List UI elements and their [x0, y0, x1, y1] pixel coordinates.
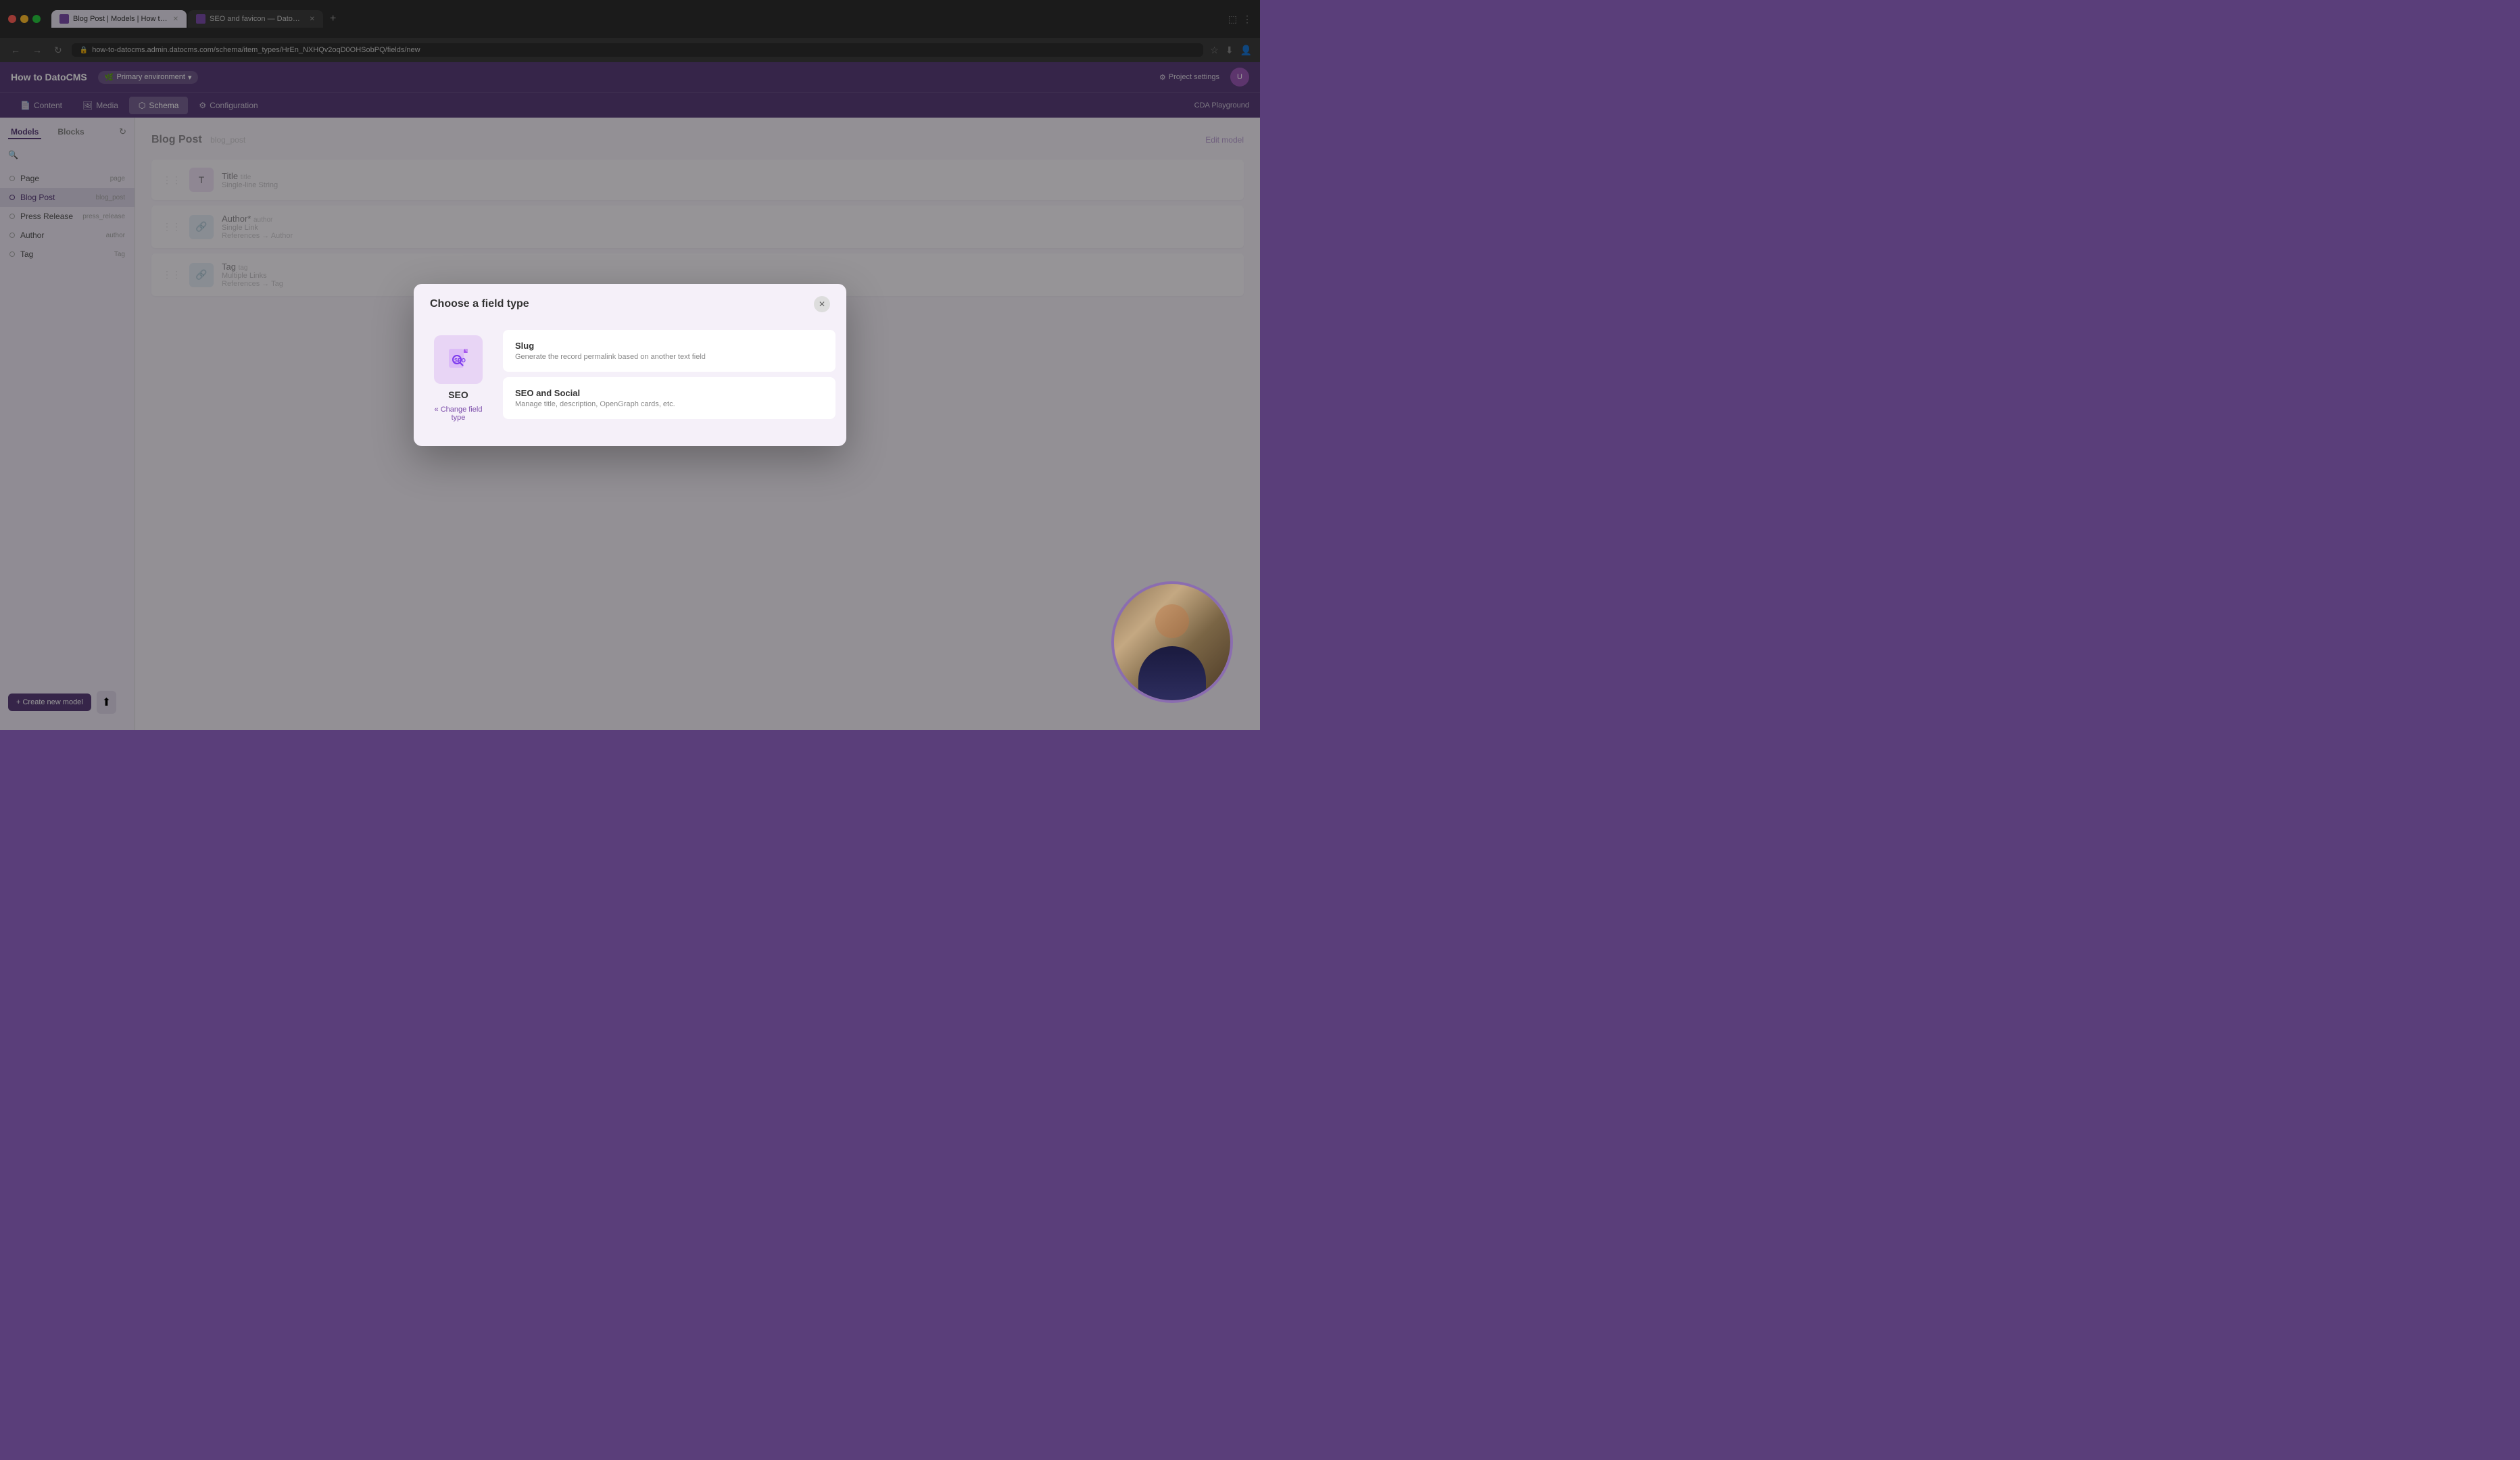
seo-svg-icon: SEO	[445, 346, 472, 373]
person-head	[1155, 604, 1189, 638]
selected-field-name: SEO	[448, 389, 468, 400]
option-title-slug: Slug	[515, 341, 823, 351]
change-field-type-link[interactable]: « Change field type	[430, 406, 487, 422]
option-title-seo-social: SEO and Social	[515, 388, 823, 398]
modal-overlay[interactable]: Choose a field type ✕ SEO	[0, 118, 1260, 730]
main-area: Models Blocks ↻ 🔍 Page page Blog Post bl…	[0, 118, 1260, 730]
modal-header: Choose a field type ✕	[414, 284, 846, 324]
webcam-overlay	[1111, 581, 1233, 703]
modal-title: Choose a field type	[430, 298, 529, 310]
option-card-seo-social[interactable]: SEO and Social Manage title, description…	[503, 377, 835, 419]
modal-close-button[interactable]: ✕	[814, 296, 830, 312]
selected-field-panel: SEO SEO « Change field type	[425, 324, 492, 433]
option-card-slug[interactable]: Slug Generate the record permalink based…	[503, 330, 835, 372]
webcam-video	[1114, 584, 1230, 700]
option-desc-slug: Generate the record permalink based on a…	[515, 353, 823, 361]
options-panel: Slug Generate the record permalink based…	[503, 324, 835, 433]
modal-dialog: Choose a field type ✕ SEO	[414, 284, 846, 446]
modal-body: SEO SEO « Change field type Slug Generat…	[414, 324, 846, 446]
app-container: How to DatoCMS 🌿 Primary environment ▾ ⚙…	[0, 62, 1260, 730]
seo-field-icon: SEO	[434, 335, 483, 384]
option-desc-seo-social: Manage title, description, OpenGraph car…	[515, 400, 823, 408]
person-figure	[1114, 584, 1230, 700]
person-body	[1138, 646, 1206, 700]
